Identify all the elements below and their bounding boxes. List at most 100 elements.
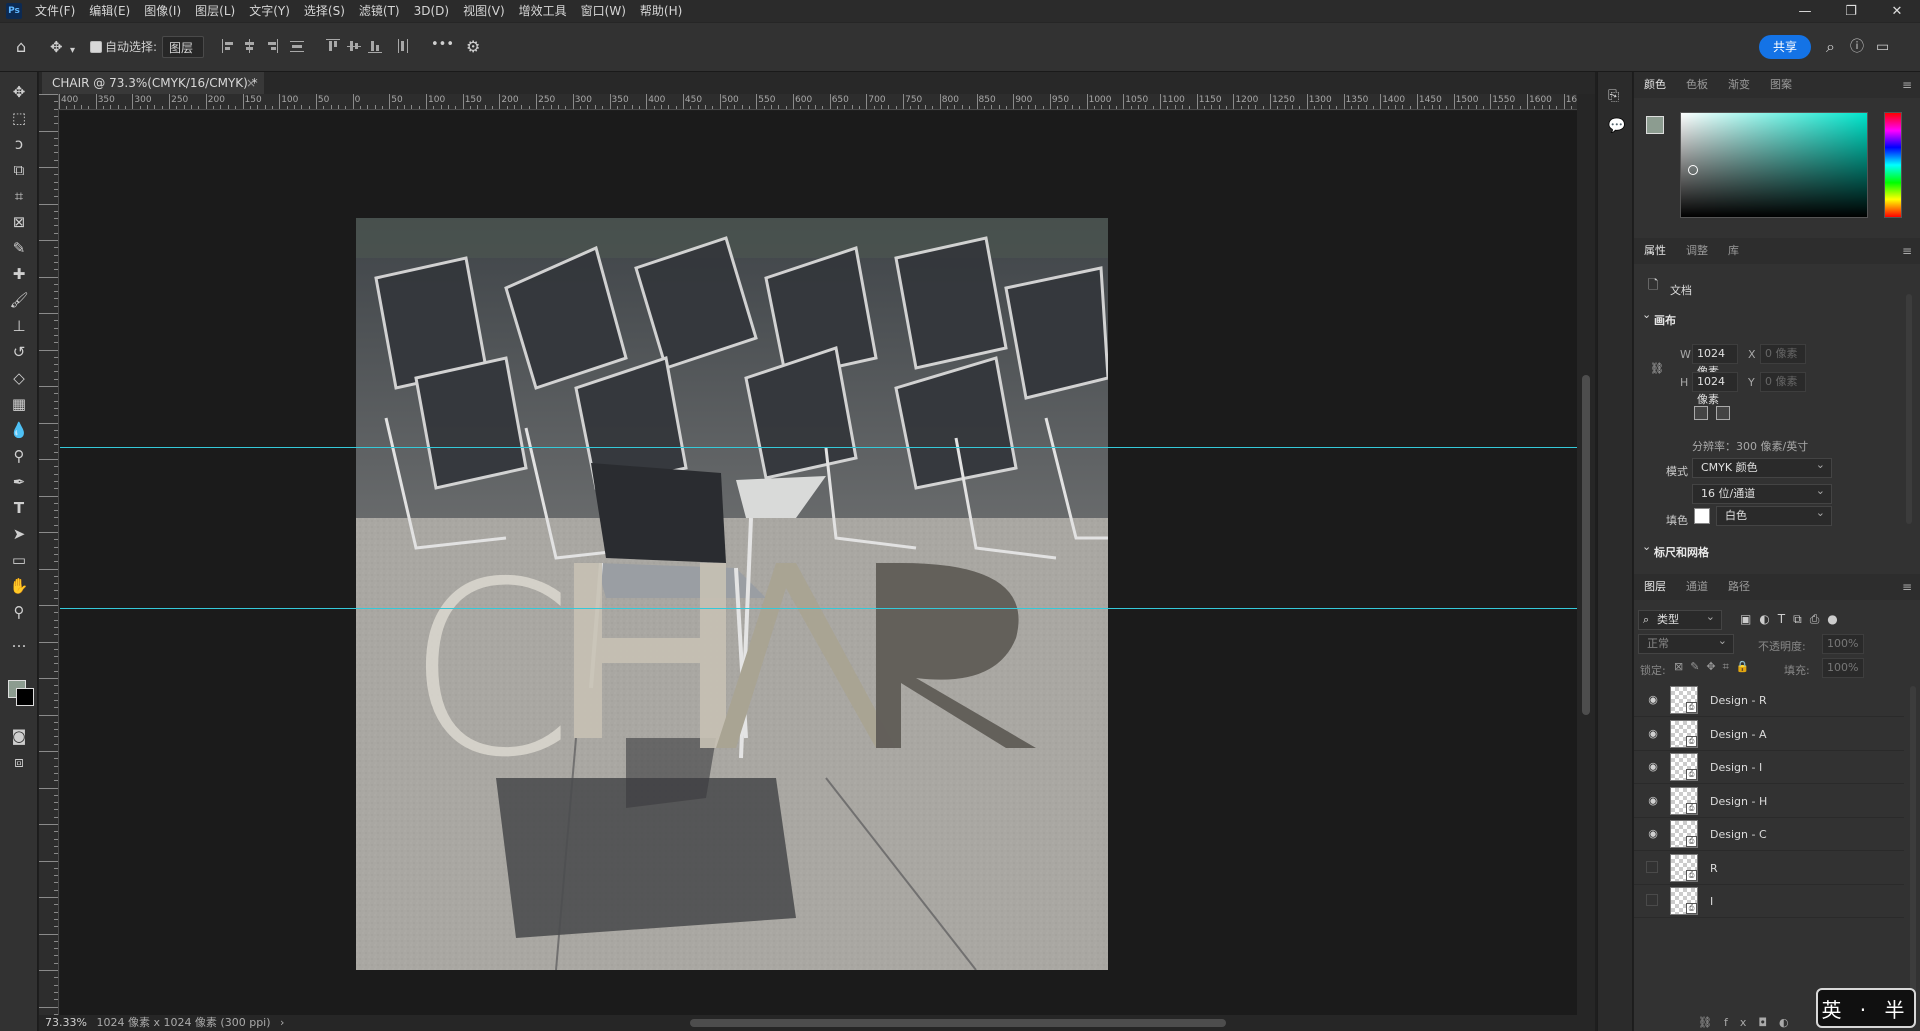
align-right-icon[interactable] — [264, 39, 278, 53]
more-tools-icon[interactable]: … — [7, 630, 31, 654]
layer-name[interactable]: R — [1710, 862, 1718, 875]
tab-properties[interactable]: 属性 — [1634, 238, 1676, 264]
layers-scrollbar[interactable] — [1910, 686, 1916, 1018]
width-field[interactable]: 1024 像素 — [1692, 344, 1738, 378]
menu-item-11[interactable]: 帮助(H) — [633, 0, 689, 22]
tab-adjustments[interactable]: 调整 — [1676, 238, 1718, 264]
layer-name[interactable]: Design - H — [1710, 795, 1767, 808]
layer-row[interactable]: ◉ ⎙ Design - H — [1634, 785, 1904, 818]
zoom-level[interactable]: 73.33% — [45, 1016, 87, 1029]
eraser-tool-icon[interactable]: ◇ — [7, 366, 31, 390]
lasso-tool-icon[interactable]: ↄ — [7, 132, 31, 156]
fill-color-swatch[interactable] — [1694, 508, 1710, 524]
y-field[interactable]: 0 像素 — [1760, 372, 1806, 392]
screen-mode-icon[interactable]: ⧈ — [7, 750, 31, 774]
help-icon[interactable]: ⓘ — [1850, 37, 1864, 57]
close-tab-icon[interactable]: × — [246, 72, 256, 94]
layer-row[interactable]: ◉ ⎙ Design - I — [1634, 751, 1904, 784]
horizontal-scroll-thumb[interactable] — [690, 1019, 1226, 1027]
panel-menu-icon[interactable]: ≡ — [1902, 580, 1912, 594]
portrait-orientation-icon[interactable] — [1694, 406, 1708, 420]
auto-select-checkbox[interactable] — [90, 41, 102, 53]
home-icon[interactable]: ⌂ — [16, 37, 26, 57]
share-button[interactable]: 共享 — [1759, 35, 1811, 59]
stamp-tool-icon[interactable]: ⊥ — [7, 314, 31, 338]
layer-thumbnail[interactable]: ⎙ — [1670, 887, 1698, 915]
lock-icons[interactable]: ⊠✎✥⌗🔒 — [1674, 660, 1757, 674]
layer-thumbnail[interactable]: ⎙ — [1670, 719, 1698, 748]
canvas-area[interactable]: C — [60, 111, 1577, 1015]
align-middle-v-icon[interactable] — [347, 39, 361, 53]
search-icon[interactable]: ⌕ — [1826, 37, 1835, 57]
distribute-icon[interactable] — [290, 39, 304, 53]
x-field[interactable]: 0 像素 — [1760, 344, 1806, 364]
properties-scrollbar[interactable] — [1906, 294, 1912, 524]
tab-libraries[interactable]: 库 — [1718, 238, 1749, 264]
crop-tool-icon[interactable]: ⌗ — [7, 184, 31, 208]
gradient-tool-icon[interactable]: ▦ — [7, 392, 31, 416]
horizontal-ruler[interactable]: 400 350 300 250 200 150 100 50 0 50 100 150 200 250 30… — [59, 94, 1577, 110]
eye-icon[interactable]: ◉ — [1646, 693, 1660, 707]
eye-icon[interactable]: ◉ — [1646, 760, 1660, 774]
guide-line-bottom[interactable] — [60, 608, 1577, 609]
eye-icon[interactable]: ◉ — [1646, 794, 1660, 808]
type-tool-icon[interactable]: T — [7, 496, 31, 520]
bit-depth-dropdown[interactable]: 16 位/通道 — [1692, 482, 1832, 504]
menu-item-7[interactable]: 3D(D) — [407, 0, 456, 22]
more-options-button[interactable]: ••• — [431, 37, 454, 53]
rulers-grids-section-title[interactable]: 标尺和网格 — [1654, 544, 1709, 560]
history-brush-tool-icon[interactable]: ↺ — [7, 340, 31, 364]
menu-item-10[interactable]: 窗口(W) — [574, 0, 633, 22]
blend-mode-dropdown[interactable]: 正常 — [1638, 632, 1734, 654]
vertical-ruler[interactable] — [39, 94, 59, 1015]
foreground-color-swatch[interactable] — [1646, 116, 1664, 134]
tab-color[interactable]: 颜色 — [1634, 72, 1676, 98]
menu-item-4[interactable]: 文字(Y) — [242, 0, 297, 22]
rectangle-tool-icon[interactable]: ▭ — [7, 548, 31, 572]
restore-button[interactable]: ❐ — [1828, 0, 1874, 22]
layer-thumbnail[interactable]: ⎙ — [1670, 753, 1698, 781]
zoom-tool-icon[interactable]: ⚲ — [7, 600, 31, 624]
gear-icon[interactable]: ⚙ — [466, 37, 480, 57]
eye-icon[interactable]: ◉ — [1646, 827, 1660, 841]
layer-filter-icons[interactable]: ▣◐T⧉⎙● — [1740, 612, 1846, 627]
history-panel-icon[interactable]: ⎘ — [1608, 88, 1619, 104]
align-center-h-icon[interactable] — [243, 39, 257, 53]
layer-name[interactable]: Design - C — [1710, 828, 1767, 841]
color-picker-field[interactable] — [1680, 112, 1868, 218]
fill-opacity-field[interactable]: 100% — [1822, 658, 1864, 678]
tab-channels[interactable]: 通道 — [1676, 574, 1718, 600]
menu-item-6[interactable]: 滤镜(T) — [352, 0, 407, 22]
auto-select-target-dropdown[interactable]: 图层 — [162, 36, 204, 58]
marquee-tool-icon[interactable]: ⬚ — [7, 106, 31, 130]
move-tool-icon[interactable]: ✥ — [7, 80, 31, 104]
move-tool-icon[interactable]: ✥ — [50, 37, 63, 57]
visibility-toggle[interactable] — [1646, 894, 1658, 906]
minimize-button[interactable]: — — [1782, 0, 1828, 22]
layer-filter-dropdown[interactable]: ⌕ 类型 — [1638, 608, 1722, 630]
document-tab[interactable]: CHAIR @ 73.3%(CMYK/16/CMYK) * × — [42, 72, 264, 94]
menu-item-2[interactable]: 图像(I) — [137, 0, 188, 22]
panel-menu-icon[interactable]: ≡ — [1902, 78, 1912, 92]
workspace-icon[interactable]: ▭ — [1876, 37, 1889, 57]
menu-item-8[interactable]: 视图(V) — [456, 0, 512, 22]
tab-paths[interactable]: 路径 — [1718, 574, 1760, 600]
align-bottom-icon[interactable] — [368, 39, 382, 53]
fill-dropdown[interactable]: 白色 — [1716, 504, 1832, 526]
menu-item-5[interactable]: 选择(S) — [297, 0, 352, 22]
menu-item-1[interactable]: 编辑(E) — [82, 0, 137, 22]
panel-menu-icon[interactable]: ≡ — [1902, 244, 1912, 258]
opacity-field[interactable]: 100% — [1822, 634, 1864, 654]
eyedropper-tool-icon[interactable]: ✎ — [7, 236, 31, 260]
hue-slider[interactable] — [1884, 112, 1902, 218]
height-field[interactable]: 1024 像素 — [1692, 372, 1738, 406]
chevron-down-icon[interactable]: ⌄ — [1642, 308, 1651, 321]
layer-name[interactable]: I — [1710, 895, 1713, 908]
layer-name[interactable]: Design - I — [1710, 761, 1762, 774]
tab-patterns[interactable]: 图案 — [1760, 72, 1802, 98]
link-icon[interactable]: ⛓ — [1650, 362, 1664, 375]
tab-swatches[interactable]: 色板 — [1676, 72, 1718, 98]
healing-brush-tool-icon[interactable]: ✚ — [7, 262, 31, 286]
brush-tool-icon[interactable]: 🖌 — [7, 288, 31, 312]
chevron-down-icon[interactable]: ⌄ — [1642, 540, 1651, 553]
